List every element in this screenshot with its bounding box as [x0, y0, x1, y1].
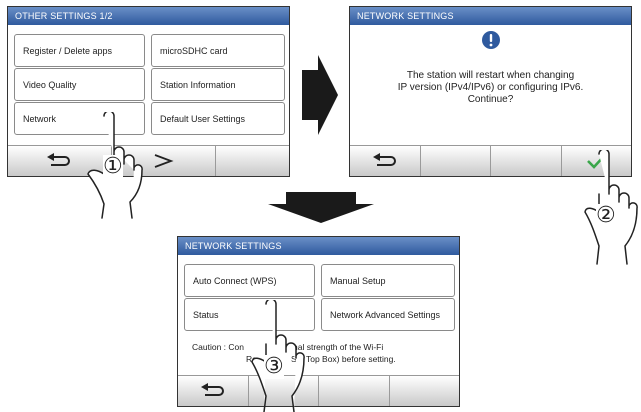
- empty-nav-cell: [319, 376, 390, 406]
- caution-text-line-1a: Caution : Con: [192, 342, 244, 352]
- back-button[interactable]: [8, 146, 112, 176]
- status-button[interactable]: Status: [184, 298, 315, 331]
- video-quality-button[interactable]: Video Quality: [14, 68, 145, 101]
- flow-arrow-right-icon: [302, 55, 338, 135]
- caution-text-line-2a: Ro: [246, 354, 257, 364]
- network-settings-screen: NETWORK SETTINGS Auto Connect (WPS) Manu…: [177, 236, 460, 407]
- empty-nav-cell: [491, 146, 562, 176]
- back-button[interactable]: [178, 376, 249, 406]
- bottom-nav-bar: [8, 145, 289, 176]
- default-user-settings-button[interactable]: Default User Settings: [151, 102, 285, 135]
- next-button[interactable]: [112, 146, 216, 176]
- caution-text-line-1b: nal strength of the Wi-Fi: [293, 342, 384, 352]
- empty-nav-cell: [390, 376, 460, 406]
- screen-title: OTHER SETTINGS 1/2: [8, 7, 289, 25]
- microsdhc-card-button[interactable]: microSDHC card: [151, 34, 285, 67]
- register-delete-apps-button[interactable]: Register / Delete apps: [14, 34, 145, 67]
- caution-text-line-2b: Set Top Box) before setting.: [291, 354, 396, 364]
- network-advanced-settings-button[interactable]: Network Advanced Settings: [321, 298, 455, 331]
- exclamation-icon: [482, 31, 500, 49]
- checkmark-icon: [587, 154, 607, 169]
- manual-setup-button[interactable]: Manual Setup: [321, 264, 455, 297]
- empty-nav-cell: [421, 146, 491, 176]
- station-information-button[interactable]: Station Information: [151, 68, 285, 101]
- restart-warning-line-2: IP version (IPv4/IPv6) or configuring IP…: [397, 82, 584, 93]
- back-arrow-icon: [47, 153, 71, 166]
- back-arrow-icon: [200, 383, 224, 396]
- screen-title: NETWORK SETTINGS: [178, 237, 459, 255]
- network-button[interactable]: Network: [14, 102, 145, 135]
- back-arrow-icon: [372, 153, 396, 166]
- screen-title: NETWORK SETTINGS: [350, 7, 631, 25]
- empty-nav-cell: [249, 376, 319, 406]
- back-button[interactable]: [350, 146, 421, 176]
- flow-arrow-down-icon: [268, 192, 374, 223]
- step-number-2: ②: [596, 203, 616, 228]
- restart-warning-line-1: The station will restart when changing: [406, 70, 575, 81]
- other-settings-screen: OTHER SETTINGS 1/2 Register / Delete app…: [7, 6, 290, 177]
- auto-connect-wps-button[interactable]: Auto Connect (WPS): [184, 264, 315, 297]
- next-chevron-icon: [154, 154, 174, 168]
- empty-nav-cell: [216, 146, 289, 176]
- bottom-nav-bar: [178, 375, 459, 406]
- confirm-button[interactable]: [562, 146, 632, 176]
- bottom-nav-bar: [350, 145, 631, 176]
- network-settings-confirm-screen: NETWORK SETTINGS The station will restar…: [349, 6, 632, 177]
- restart-warning-line-3: Continue?: [467, 94, 514, 105]
